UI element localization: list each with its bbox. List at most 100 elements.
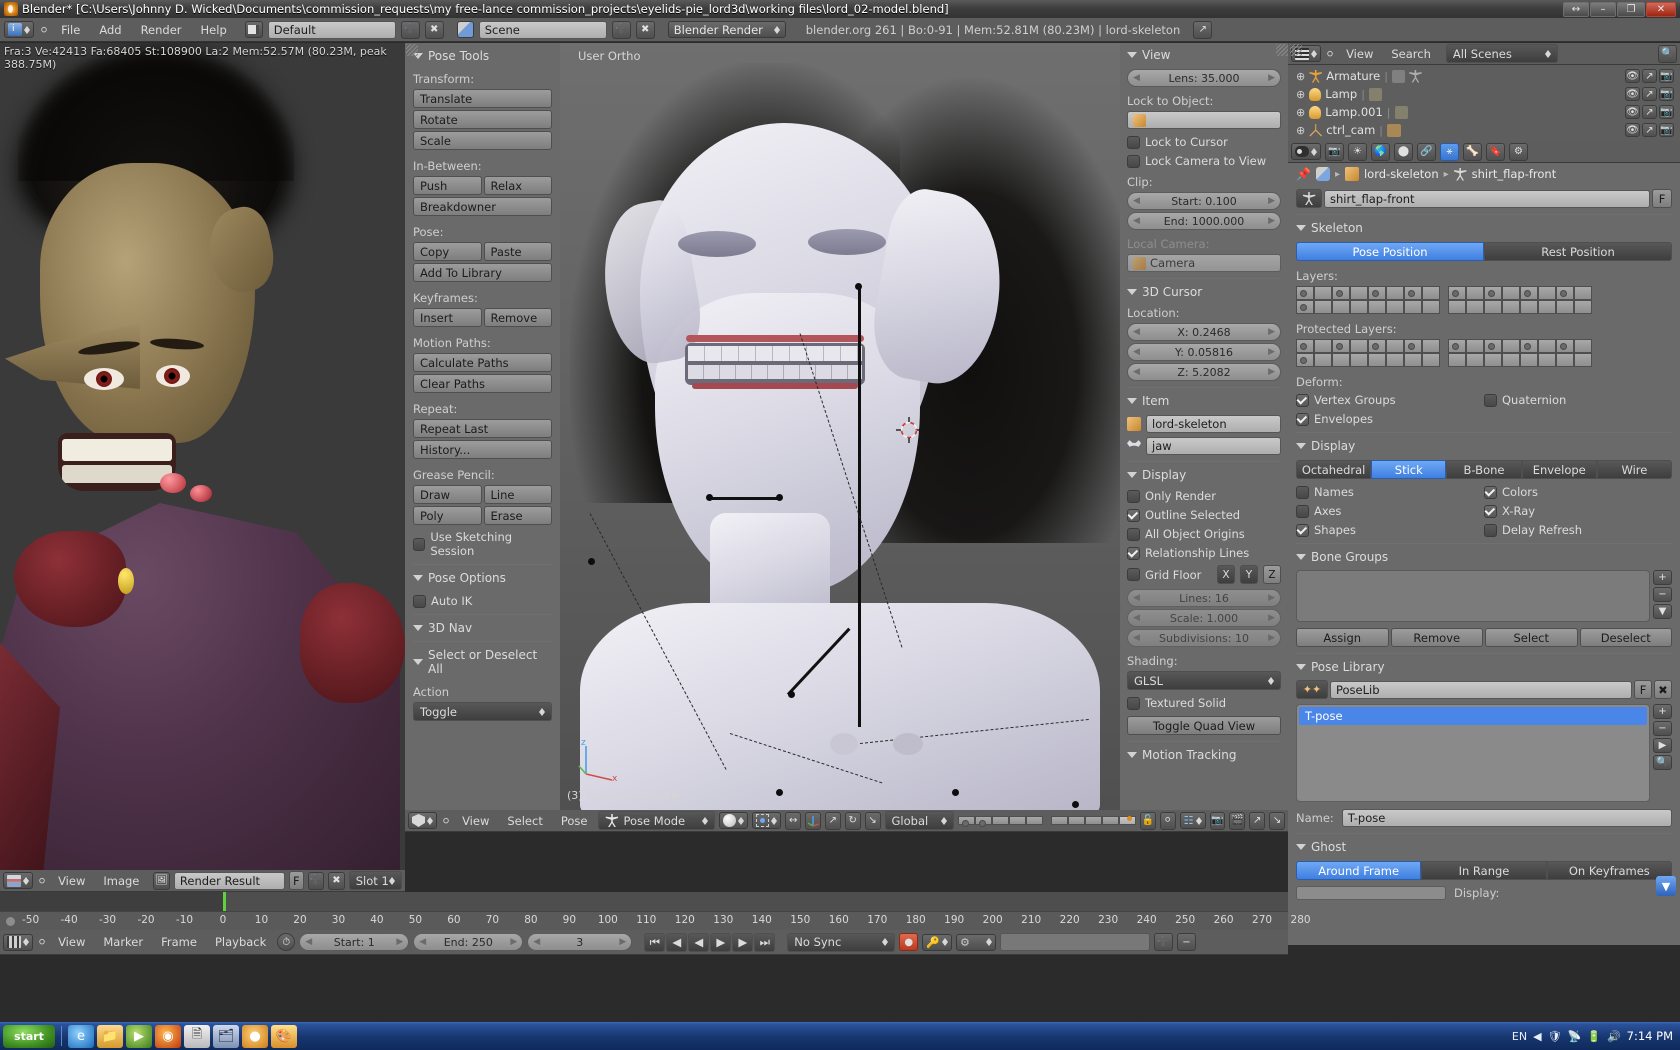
- arrow-right-icon[interactable]: ▶: [619, 937, 626, 947]
- arrow-right-icon[interactable]: ▶: [1268, 613, 1275, 623]
- tl-menu-playback[interactable]: Playback: [208, 934, 273, 950]
- clip-start-slider[interactable]: ◀ Start: 0.100 ▶: [1127, 192, 1281, 210]
- gp-draw-button[interactable]: Draw: [413, 485, 482, 504]
- collapse-menu-icon[interactable]: ⚪: [1325, 47, 1335, 61]
- translate-manipulator-icon[interactable]: ↗: [824, 811, 841, 830]
- clear-paths-button[interactable]: Clear Paths: [413, 374, 552, 393]
- pose-library-panel-header[interactable]: Pose Library: [1296, 660, 1672, 674]
- new-image-button[interactable]: ➕: [307, 871, 325, 890]
- timeline-scroll-knob[interactable]: [6, 917, 15, 926]
- auto-keying-mode-selector[interactable]: 🔑: [922, 933, 952, 951]
- lamp-data-icon[interactable]: [1368, 87, 1382, 101]
- gp-line-button[interactable]: Line: [483, 485, 552, 504]
- cursor-y-field[interactable]: ◀ Y: 0.05816 ▶: [1127, 343, 1281, 361]
- expand-icon[interactable]: ⊕: [1296, 124, 1305, 137]
- restrict-select-icon[interactable]: ↗: [1642, 123, 1657, 137]
- outliner-menu-view[interactable]: View: [1339, 46, 1380, 62]
- cursor-x-field[interactable]: ◀ X: 0.2468 ▶: [1127, 323, 1281, 341]
- close-button[interactable]: ✕: [1646, 1, 1676, 17]
- properties-editor[interactable]: 📷 ☀ 🌎 ⬤ 🔗 ⚹ 🦴 🔖 ⚙ 📌 ▸ lord-skeleton ▸ sh…: [1288, 141, 1680, 945]
- viewport-3d[interactable]: z x User Ortho (3) lord-skeleton:jaw: [560, 43, 1120, 810]
- v3d-menu-view[interactable]: View: [455, 813, 496, 829]
- browse-image-icon[interactable]: 🖼: [153, 871, 170, 890]
- view-panel-header[interactable]: View: [1127, 48, 1281, 62]
- arrow-right-icon[interactable]: ▶: [1268, 593, 1275, 603]
- viewport-shading-selector[interactable]: [719, 812, 749, 829]
- restrict-view-icon[interactable]: 👁: [1625, 105, 1640, 119]
- deselect-bone-group-button[interactable]: Deselect: [1579, 628, 1672, 647]
- arrow-left-icon[interactable]: ◀: [1133, 613, 1140, 623]
- remove-bone-group-button[interactable]: −: [1653, 587, 1672, 602]
- area-corner-handle[interactable]: [1276, 44, 1288, 56]
- render-opengl-anim-icon[interactable]: 🎬: [1229, 811, 1246, 830]
- pose-library-fake-user-button[interactable]: F: [1634, 680, 1652, 699]
- image-menu-view[interactable]: View: [51, 873, 92, 889]
- outliner-row-armature[interactable]: ⊕ Armature | 👁 ↗ 📷: [1296, 67, 1680, 85]
- arrow-right-icon[interactable]: ▶: [1268, 216, 1275, 226]
- restrict-render-icon[interactable]: 📷: [1659, 105, 1674, 119]
- apply-pose-button[interactable]: ▶: [1653, 738, 1672, 753]
- arrow-left-icon[interactable]: ◀: [419, 937, 426, 947]
- arrow-left-icon[interactable]: ◀: [1133, 633, 1140, 643]
- browse-poses-button[interactable]: 🔍: [1653, 755, 1672, 770]
- prev-keyframe-button[interactable]: ◀: [666, 932, 688, 952]
- layer-buttons-group-2[interactable]: [1050, 816, 1136, 825]
- restrict-render-icon[interactable]: 📷: [1659, 123, 1674, 137]
- breadcrumb-object[interactable]: lord-skeleton: [1364, 167, 1439, 181]
- tab-render-icon[interactable]: 📷: [1325, 142, 1344, 161]
- tray-volume-icon[interactable]: 🔊: [1607, 1030, 1621, 1043]
- lamp-data-icon[interactable]: [1394, 105, 1408, 119]
- outliner-row-lamp001[interactable]: ⊕ Lamp.001 | 👁 ↗ 📷: [1296, 103, 1680, 121]
- assign-bone-group-button[interactable]: Assign: [1296, 628, 1389, 647]
- grid-scale-slider[interactable]: ◀ Scale: 1.000 ▶: [1127, 609, 1281, 627]
- tray-network-icon[interactable]: 📡: [1568, 1030, 1582, 1043]
- arrow-right-icon[interactable]: ▶: [1268, 196, 1275, 206]
- outliner-editor[interactable]: ⚪ View Search All Scenes 🔍 ⊕ Armature | …: [1288, 43, 1680, 141]
- rotate-button[interactable]: Rotate: [413, 110, 552, 129]
- delete-scene-button[interactable]: ✖: [635, 20, 655, 39]
- explorer-icon[interactable]: 🗂: [213, 1024, 239, 1048]
- report-expand-button[interactable]: ↗: [1193, 20, 1213, 39]
- protected-layers-grid[interactable]: [1296, 339, 1672, 367]
- image-editor-render-result[interactable]: Fra:3 Ve:42413 Fa:68405 St:108900 La:2 M…: [0, 43, 405, 870]
- area-corner-handle[interactable]: [406, 44, 418, 56]
- playback-controls[interactable]: ⏮ ◀ ◀ ▶ ▶ ⏭: [644, 932, 776, 952]
- timeline-scale-strip[interactable]: -50 -40 -30 -20 -10 0 10 20 30 40 50 60 70 80 90 100 110…: [0, 911, 1311, 930]
- outliner-display-mode-dropdown[interactable]: All Scenes: [1445, 44, 1558, 63]
- browse-armature-data-button[interactable]: [1296, 189, 1322, 208]
- arrow-right-icon[interactable]: ▶: [1268, 367, 1275, 377]
- armature-layers-grid[interactable]: [1296, 286, 1672, 314]
- restrict-select-icon[interactable]: ↗: [1642, 87, 1657, 101]
- proportional-edit-icon[interactable]: ⚪: [1159, 811, 1176, 830]
- restore-button[interactable]: ❐: [1617, 1, 1645, 17]
- relax-button[interactable]: Relax: [483, 176, 552, 195]
- bone-group-specials-button[interactable]: ▼: [1653, 604, 1672, 619]
- notepad-icon[interactable]: 🗎: [184, 1024, 210, 1048]
- display-mode-envelope[interactable]: Envelope: [1521, 460, 1597, 479]
- jump-start-button[interactable]: ⏮: [644, 932, 666, 952]
- camera-data-icon[interactable]: [1387, 123, 1402, 137]
- use-preview-range-icon[interactable]: ⏱: [277, 933, 296, 951]
- scale-manipulator-icon[interactable]: ↘: [864, 811, 881, 830]
- editor-type-selector-view3d[interactable]: [408, 812, 437, 829]
- browse-data-icon[interactable]: [1315, 167, 1330, 181]
- colors-checkbox[interactable]: Colors: [1484, 485, 1672, 499]
- pose-position-button[interactable]: Pose Position: [1296, 242, 1484, 261]
- manipulator-toggle-icon[interactable]: [805, 811, 821, 830]
- add-pose-button[interactable]: +: [1653, 704, 1672, 719]
- editor-type-selector-properties[interactable]: [1291, 143, 1321, 160]
- history-button[interactable]: History...: [413, 440, 552, 459]
- arrow-left-icon[interactable]: ◀: [1133, 216, 1140, 226]
- play-reverse-button[interactable]: ◀: [688, 932, 710, 952]
- jump-end-button[interactable]: ⏭: [754, 932, 776, 952]
- render-slot-dropdown[interactable]: Slot 1: [348, 871, 403, 890]
- rotate-manipulator-icon[interactable]: ↻: [844, 811, 861, 830]
- axes-checkbox[interactable]: Axes: [1296, 504, 1484, 518]
- grid-subdivisions-slider[interactable]: ◀ Subdivisions: 10 ▶: [1127, 629, 1281, 647]
- image-menu-image[interactable]: Image: [96, 873, 146, 889]
- bone-groups-panel-header[interactable]: Bone Groups: [1296, 550, 1672, 564]
- repeat-last-button[interactable]: Repeat Last: [413, 419, 552, 438]
- scale-button[interactable]: Scale: [413, 131, 552, 150]
- display-mode-wire[interactable]: Wire: [1596, 460, 1673, 479]
- tl-menu-frame[interactable]: Frame: [154, 934, 204, 950]
